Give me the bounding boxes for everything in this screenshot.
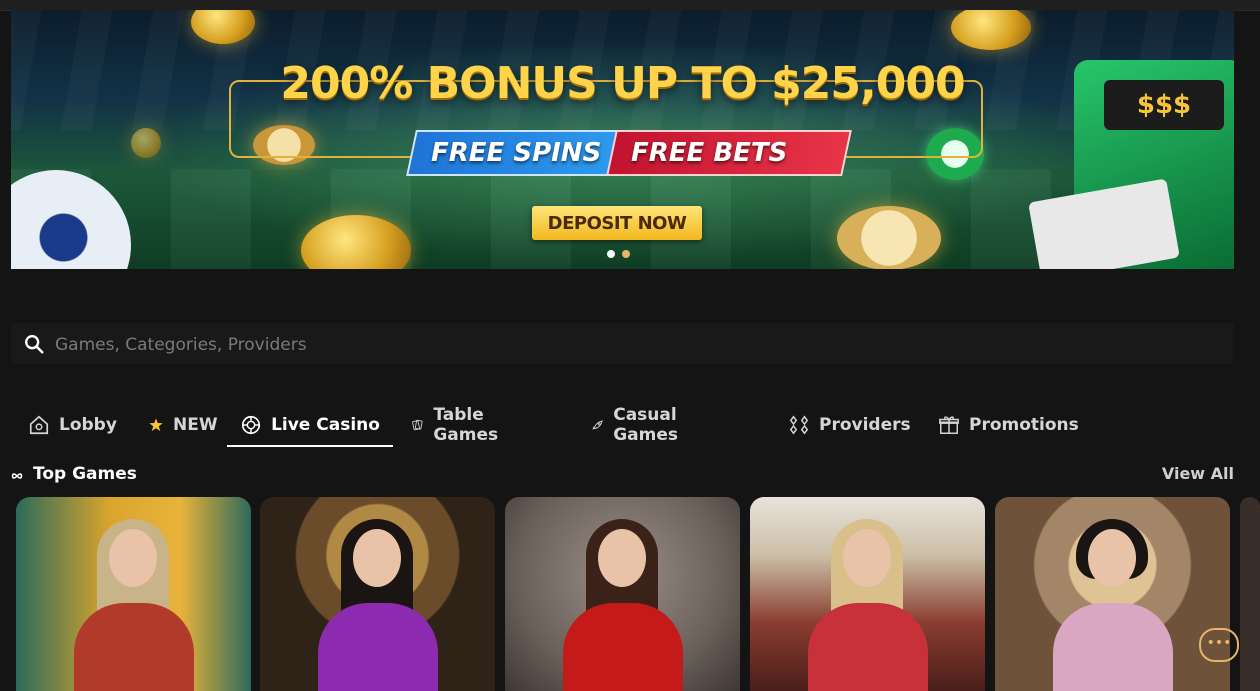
dealer-image [313, 511, 443, 691]
carousel-dot-2[interactable] [622, 250, 630, 258]
gift-icon [939, 416, 959, 434]
tab-lobby[interactable]: Lobby [28, 405, 117, 445]
promo-banner[interactable]: $$$ 200% BONUS UP TO $25,000 FREE SPINS … [11, 10, 1234, 269]
poker-chip-image [837, 206, 941, 269]
infinity-icon [11, 473, 23, 479]
tab-casual-games[interactable]: Casual Games [592, 405, 688, 445]
tab-promotions[interactable]: Promotions [938, 405, 1079, 445]
banner-headline: 200% BONUS UP TO $25,000 [280, 58, 965, 109]
tab-label: Casual Games [613, 405, 679, 445]
search-icon [25, 335, 44, 354]
game-card[interactable] [260, 497, 495, 691]
tab-label: Live Casino [271, 415, 380, 435]
free-spins-label: FREE SPINS [431, 138, 602, 168]
tab-new[interactable]: NEW [148, 405, 218, 445]
gold-coin-image [131, 128, 161, 158]
rocket-icon [592, 420, 603, 430]
tab-label: Table Games [433, 405, 499, 445]
tab-table-games[interactable]: Table Games [411, 405, 507, 445]
dealer-image [803, 511, 933, 691]
cards-icon [412, 419, 423, 431]
top-games-header: Top Games View All [11, 464, 1234, 488]
free-bets-label: FREE BETS [631, 138, 788, 168]
view-all-link[interactable]: View All [1162, 464, 1234, 483]
tab-label: NEW [173, 415, 218, 435]
dealer-image [558, 511, 688, 691]
dealer-image [1048, 511, 1178, 691]
live-casino-icon [241, 415, 261, 435]
tab-providers[interactable]: Providers [788, 405, 911, 445]
tab-label: Lobby [59, 415, 117, 435]
search-bar [11, 323, 1234, 366]
lobby-icon [29, 415, 49, 435]
tab-live-casino[interactable]: Live Casino [227, 405, 393, 447]
carousel-dots [607, 243, 637, 262]
tab-label: Promotions [969, 415, 1079, 435]
providers-icon [789, 415, 809, 435]
game-card[interactable] [505, 497, 740, 691]
tab-label: Providers [819, 415, 911, 435]
free-bets-tag: FREE BETS [606, 130, 852, 176]
carousel-dot-1[interactable] [607, 250, 615, 258]
game-card-partial[interactable] [1240, 497, 1260, 691]
dealer-image [69, 511, 199, 691]
game-card[interactable] [995, 497, 1230, 691]
game-card[interactable] [750, 497, 985, 691]
section-title: Top Games [33, 464, 137, 484]
star-icon [149, 418, 163, 431]
chat-icon[interactable]: ••• [1199, 628, 1239, 662]
search-input[interactable] [53, 323, 1217, 366]
deposit-now-button[interactable]: DEPOSIT NOW [532, 206, 702, 240]
game-card[interactable] [16, 497, 251, 691]
